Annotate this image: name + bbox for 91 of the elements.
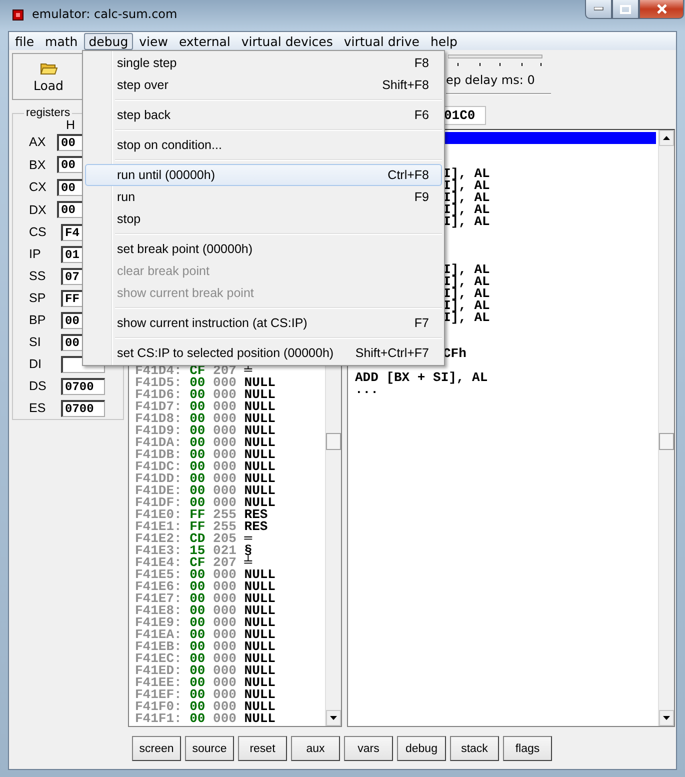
register-label: SP	[28, 291, 47, 305]
scroll-down-button[interactable]	[326, 710, 341, 726]
scrollbar[interactable]	[658, 130, 674, 726]
menu-item[interactable]: virtual drive	[338, 32, 424, 50]
scrollbar-thumb[interactable]	[326, 433, 341, 450]
panel-button[interactable]: debug	[397, 736, 446, 761]
panel-button[interactable]: screen	[132, 736, 181, 761]
down-arrow-icon	[330, 716, 337, 720]
column-header: H	[66, 119, 76, 131]
menu-option[interactable]: step over Shift+F8	[85, 74, 442, 96]
code-line[interactable]: ...	[355, 382, 378, 397]
maximize-button[interactable]	[612, 0, 639, 19]
memory-line[interactable]: F41E3: 15 021 §	[135, 545, 325, 557]
menu-option[interactable]: single step F8	[85, 52, 442, 74]
memory-line[interactable]: F41D9: 00 000 NULL	[135, 425, 325, 437]
memory-line[interactable]: F41DB: 00 000 NULL	[135, 449, 325, 461]
memory-line[interactable]: F41E2: CD 205 ═	[135, 533, 325, 545]
menu-option[interactable]: show current instruction (at CS:IP) F7	[85, 312, 442, 334]
memory-line[interactable]: F41F1: 00 000 NULL	[135, 713, 325, 725]
memory-line[interactable]: F41E9: 00 000 NULL	[135, 617, 325, 629]
memory-line[interactable]: F41DD: 00 000 NULL	[135, 473, 325, 485]
memory-line[interactable]: F41D6: 00 000 NULL	[135, 389, 325, 401]
memory-line[interactable]: F41ED: 00 000 NULL	[135, 665, 325, 677]
memory-line[interactable]: F41E5: 00 000 NULL	[135, 569, 325, 581]
up-arrow-icon	[663, 136, 670, 140]
memory-line[interactable]: F41E4: CF 207 ╧	[135, 557, 325, 569]
menu-item[interactable]: debug	[84, 32, 134, 50]
memory-line[interactable]: F41E7: 00 000 NULL	[135, 593, 325, 605]
menu-item[interactable]: math	[40, 32, 83, 50]
panel-button[interactable]: reset	[238, 736, 287, 761]
memory-line[interactable]: F41EA: 00 000 NULL	[135, 629, 325, 641]
register-label: AX	[28, 135, 47, 150]
register-label: CS	[28, 225, 48, 239]
memory-line[interactable]: F41DA: 00 000 NULL	[135, 437, 325, 449]
load-button[interactable]: Load	[12, 53, 85, 100]
register-label: CX	[28, 180, 48, 194]
memory-line[interactable]: F41DC: 00 000 NULL	[135, 461, 325, 473]
window-title: emulator: calc-sum.com	[32, 7, 178, 21]
scroll-up-button[interactable]	[659, 130, 674, 146]
down-arrow-icon	[663, 716, 670, 720]
menu-item[interactable]: virtual devices	[236, 32, 338, 50]
memory-line[interactable]: F41DF: 00 000 NULL	[135, 497, 325, 509]
register-field[interactable]: 0700	[61, 400, 105, 416]
panel-button[interactable]: vars	[344, 736, 393, 761]
menu-item[interactable]: help	[425, 32, 462, 50]
minimize-button[interactable]	[585, 0, 612, 19]
chip-icon	[12, 9, 24, 21]
memory-line[interactable]: F41EC: 00 000 NULL	[135, 653, 325, 665]
register-label: ES	[28, 401, 47, 415]
memory-line[interactable]: F41EB: 00 000 NULL	[135, 641, 325, 653]
step-delay-label: ep delay ms: 0	[446, 73, 536, 87]
memory-line[interactable]: F41F0: 00 000 NULL	[135, 701, 325, 713]
menu-option[interactable]: run until (00000h) Ctrl+F8	[85, 164, 442, 186]
memory-line[interactable]: F41EE: 00 000 NULL	[135, 677, 325, 689]
panel-button[interactable]: source	[185, 736, 234, 761]
panel-button[interactable]: stack	[450, 736, 499, 761]
menu-item[interactable]: file	[10, 32, 40, 50]
register-label: SS	[28, 269, 47, 283]
minimize-icon	[594, 7, 604, 11]
code-line[interactable]: ADD [BX + SI], AL	[355, 370, 488, 385]
memory-line[interactable]: F41DE: 00 000 NULL	[135, 485, 325, 497]
panel-button[interactable]: aux	[291, 736, 340, 761]
scrollbar-thumb[interactable]	[659, 433, 674, 450]
memory-line[interactable]: F41E6: 00 000 NULL	[135, 581, 325, 593]
register-label: IP	[28, 247, 42, 261]
close-button[interactable]	[639, 0, 684, 19]
menu-option[interactable]: set break point (00000h)	[85, 238, 442, 260]
memory-line[interactable]: F41E8: 00 000 NULL	[135, 605, 325, 617]
register-label: DI	[28, 357, 42, 371]
scroll-down-button[interactable]	[659, 710, 674, 726]
register-label: SI	[28, 335, 42, 349]
memory-line[interactable]: F41E1: FF 255 RES	[135, 521, 325, 533]
memory-line[interactable]: F41D7: 00 000 NULL	[135, 401, 325, 413]
close-icon	[656, 4, 666, 14]
memory-line[interactable]: F41E0: FF 255 RES	[135, 509, 325, 521]
group-title: registers	[25, 107, 72, 119]
register-label: DX	[28, 202, 48, 217]
maximize-icon	[620, 4, 631, 14]
memory-line[interactable]: F41D8: 00 000 NULL	[135, 413, 325, 425]
slider-track[interactable]	[448, 54, 544, 68]
register-field[interactable]: 0700	[61, 378, 105, 394]
panel-button[interactable]: flags	[503, 736, 552, 761]
folder-icon	[40, 60, 58, 74]
menu-item[interactable]: view	[134, 32, 173, 50]
register-label: DS	[28, 379, 48, 393]
menu-option[interactable]: set CS:IP to selected position (00000h) Shift+Ctrl+F7	[85, 342, 442, 364]
memory-line[interactable]: F41D5: 00 000 NULL	[135, 377, 325, 389]
menu-item[interactable]: external	[174, 32, 236, 50]
memory-line[interactable]: F41EF: 00 000 NULL	[135, 689, 325, 701]
register-label: BP	[28, 313, 47, 327]
register-label: BX	[28, 158, 47, 172]
